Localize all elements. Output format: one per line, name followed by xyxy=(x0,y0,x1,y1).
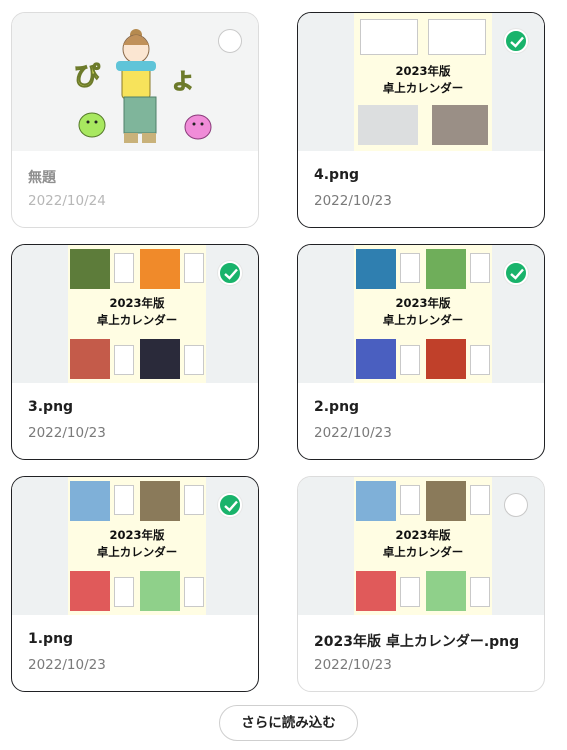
image-card-2[interactable]: 2023年版 卓上カレンダー 2.png 2022/10/23 xyxy=(297,244,545,460)
thumbnail: 2023年版 卓上カレンダー xyxy=(12,477,258,615)
photo xyxy=(70,571,110,611)
card-date: 2022/10/23 xyxy=(314,657,392,673)
photo xyxy=(70,339,110,379)
calendar-grid xyxy=(400,577,420,607)
thumbnail: ぴ よ xyxy=(12,13,258,151)
card-date: 2022/10/23 xyxy=(28,425,106,441)
calendar-grid xyxy=(184,253,204,283)
thumbnail: 2023年版 卓上カレンダー xyxy=(12,245,258,383)
photo xyxy=(356,481,396,521)
select-checkbox[interactable] xyxy=(504,493,528,517)
photo xyxy=(426,249,466,289)
calendar-grid xyxy=(470,577,490,607)
calendar-grid xyxy=(114,345,134,375)
card-title: 2.png xyxy=(314,399,360,415)
photo xyxy=(358,105,418,145)
photo xyxy=(140,249,180,289)
photo xyxy=(426,571,466,611)
card-title: 3.png xyxy=(28,399,74,415)
card-title: 無題 xyxy=(28,170,56,186)
card-title: 2023年版 卓上カレンダー.png xyxy=(314,634,520,650)
photo xyxy=(140,571,180,611)
calendar-grid xyxy=(114,485,134,515)
calendar-grid xyxy=(184,345,204,375)
calendar-preview: 2023年版 卓上カレンダー xyxy=(354,245,492,383)
calendar-heading: 2023年版 卓上カレンダー xyxy=(382,64,464,95)
image-card-3[interactable]: 2023年版 卓上カレンダー 3.png 2022/10/23 xyxy=(11,244,259,460)
thumbnail: 2023年版 卓上カレンダー xyxy=(298,13,544,151)
card-date: 2022/10/24 xyxy=(28,193,106,209)
calendar-grid xyxy=(470,345,490,375)
checked-icon[interactable] xyxy=(218,493,242,517)
calendar-preview: 2023年版 卓上カレンダー xyxy=(68,477,206,615)
calendar-grid xyxy=(360,19,418,55)
calendar-grid xyxy=(400,253,420,283)
thumbnail: 2023年版 卓上カレンダー xyxy=(298,477,544,615)
photo xyxy=(426,339,466,379)
calendar-grid xyxy=(470,253,490,283)
drawing-letter-right: よ xyxy=(172,70,194,95)
photo xyxy=(70,481,110,521)
thumbnail: 2023年版 卓上カレンダー xyxy=(298,245,544,383)
photo xyxy=(426,481,466,521)
calendar-grid xyxy=(400,485,420,515)
image-card-untitled[interactable]: ぴ よ 無題 2022/10/24 xyxy=(11,12,259,228)
photo xyxy=(356,339,396,379)
photo xyxy=(140,339,180,379)
checked-icon[interactable] xyxy=(218,261,242,285)
drawing-letter-left: ぴ xyxy=(74,62,100,92)
calendar-heading: 2023年版 卓上カレンダー xyxy=(96,528,178,559)
calendar-preview: 2023年版 卓上カレンダー xyxy=(354,477,492,615)
calendar-grid xyxy=(184,485,204,515)
select-checkbox[interactable] xyxy=(218,29,242,53)
calendar-preview: 2023年版 卓上カレンダー xyxy=(354,13,492,151)
calendar-heading: 2023年版 卓上カレンダー xyxy=(96,296,178,327)
calendar-grid xyxy=(428,19,486,55)
photo xyxy=(356,571,396,611)
calendar-grid xyxy=(114,253,134,283)
card-title: 4.png xyxy=(314,167,360,183)
calendar-grid xyxy=(184,577,204,607)
photo xyxy=(356,249,396,289)
calendar-heading: 2023年版 卓上カレンダー xyxy=(382,528,464,559)
calendar-grid xyxy=(400,345,420,375)
photo xyxy=(70,249,110,289)
calendar-preview: 2023年版 卓上カレンダー xyxy=(68,245,206,383)
card-date: 2022/10/23 xyxy=(314,193,392,209)
photo xyxy=(140,481,180,521)
checked-icon[interactable] xyxy=(504,261,528,285)
photo xyxy=(432,105,488,145)
calendar-heading: 2023年版 卓上カレンダー xyxy=(382,296,464,327)
card-title: 1.png xyxy=(28,631,74,647)
card-date: 2022/10/23 xyxy=(28,657,106,673)
calendar-grid xyxy=(470,485,490,515)
load-more-button[interactable]: さらに読み込む xyxy=(219,705,358,741)
image-card-4[interactable]: 2023年版 卓上カレンダー 4.png 2022/10/23 xyxy=(297,12,545,228)
image-card-calendar[interactable]: 2023年版 卓上カレンダー 2023年版 卓上カレンダー.png 2022/1… xyxy=(297,476,545,692)
checked-icon[interactable] xyxy=(504,29,528,53)
image-card-1[interactable]: 2023年版 卓上カレンダー 1.png 2022/10/23 xyxy=(11,476,259,692)
calendar-grid xyxy=(114,577,134,607)
card-date: 2022/10/23 xyxy=(314,425,392,441)
